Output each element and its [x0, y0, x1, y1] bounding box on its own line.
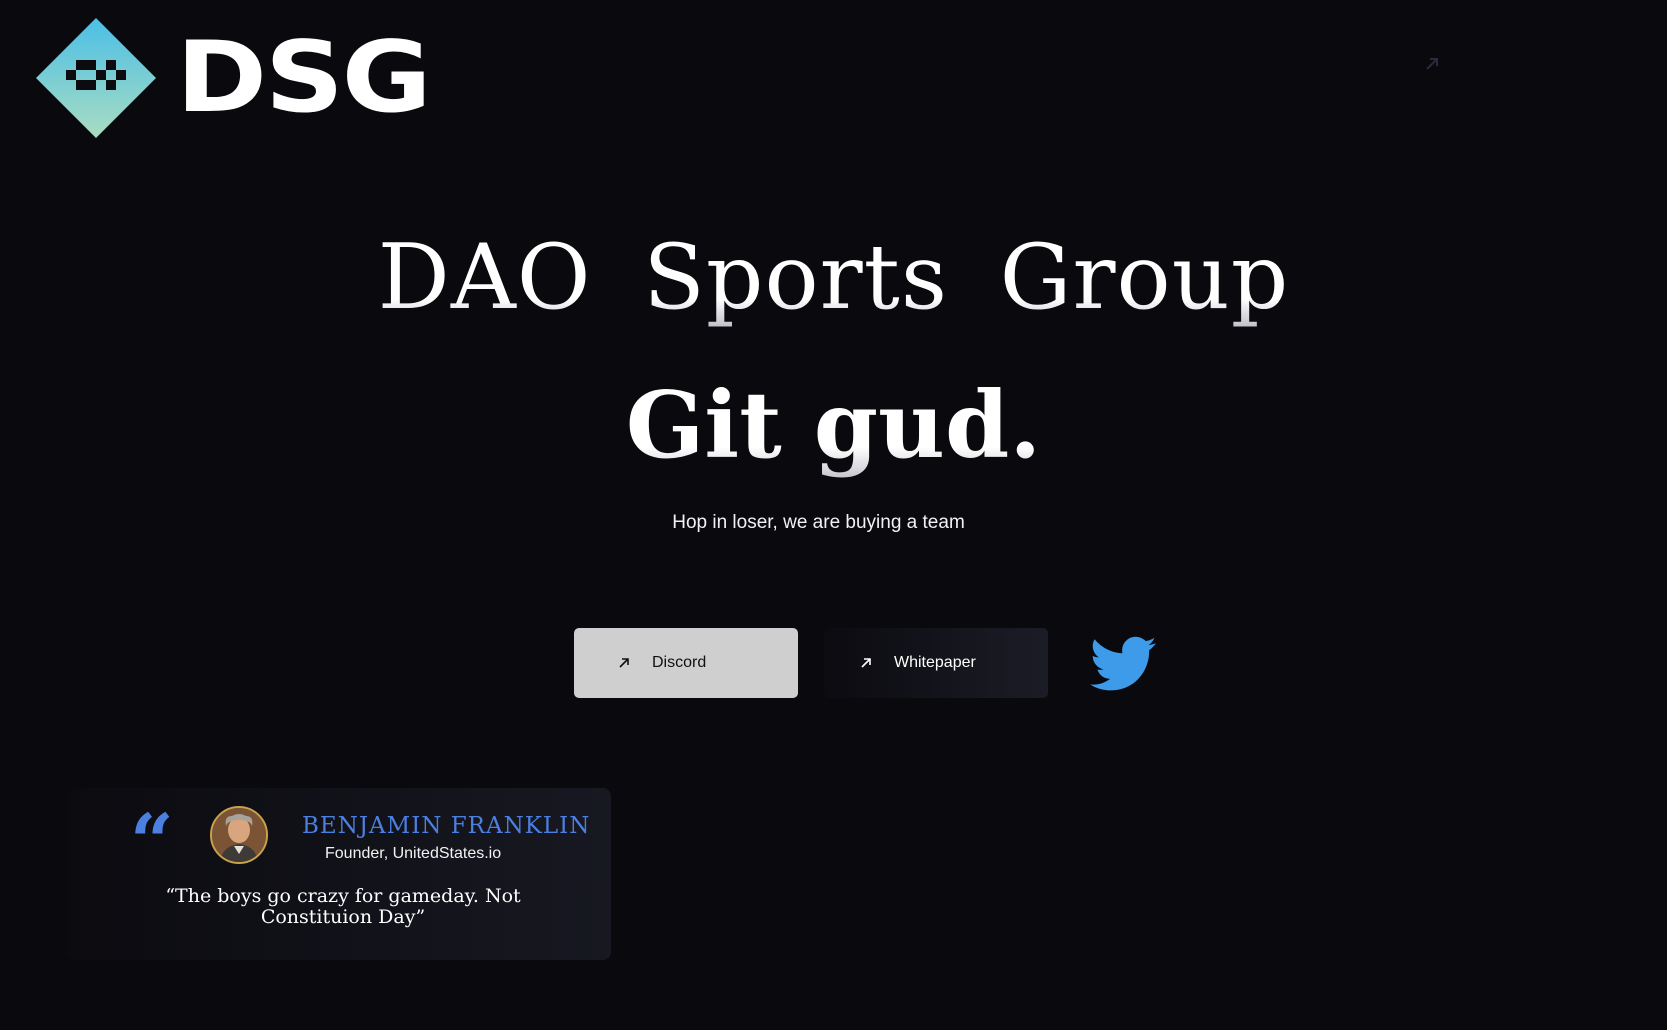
testimonial-card: “ BENJAMIN FRANKLIN Founder, UnitedState…	[68, 788, 611, 960]
whitepaper-button[interactable]: Whitepaper	[824, 628, 1048, 698]
hero-subtitle: Git gud.	[0, 372, 1667, 479]
hero-tagline: Hop in loser, we are buying a team	[672, 512, 965, 533]
author-role: Founder, UnitedStates.io	[325, 845, 502, 862]
external-link-arrow-icon	[861, 658, 871, 668]
hero-title: DAO Sports Group	[0, 226, 1667, 330]
author-name: BENJAMIN FRANKLIN	[302, 813, 591, 839]
discord-button[interactable]: Discord	[574, 628, 798, 698]
diamond-logo-icon	[36, 18, 156, 138]
discord-label: Discord	[652, 654, 707, 671]
avatar	[210, 806, 268, 864]
quote-mark-icon: “	[130, 797, 174, 886]
brand-name: DSG	[176, 21, 432, 135]
portrait-image	[212, 808, 266, 862]
whitepaper-label: Whitepaper	[894, 654, 976, 671]
external-link-arrow-icon	[619, 658, 629, 668]
page: DSG DAO Sports Group Git gud. Hop in los…	[0, 0, 1667, 1030]
testimonial-quote: “The boys go crazy for gameday. Not Cons…	[165, 885, 521, 928]
twitter-bird-icon[interactable]	[1090, 636, 1156, 692]
brand-logo[interactable]: DSG	[36, 18, 432, 138]
external-link-arrow-icon[interactable]	[1424, 56, 1440, 72]
